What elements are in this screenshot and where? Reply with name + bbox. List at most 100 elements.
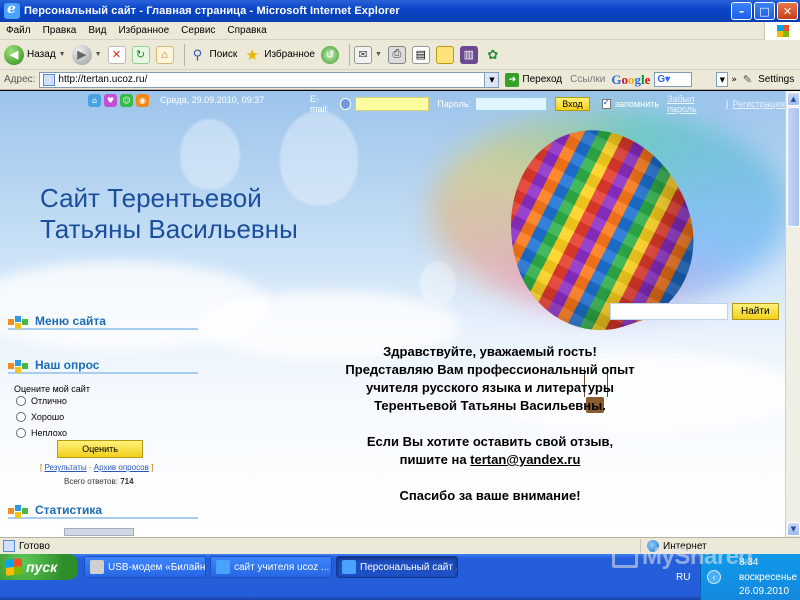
radio-button[interactable]: [16, 396, 26, 406]
poll-title: Наш опрос: [35, 358, 100, 372]
poll-option-label: Неплохо: [31, 428, 68, 438]
welcome-line-prefix: пишите на: [399, 452, 471, 467]
address-bar: Адрес: http://tertan.ucoz.ru/ ▼ ➜ Перехо…: [0, 70, 800, 90]
refresh-button[interactable]: ↻: [131, 45, 150, 64]
site-title: Сайт Терентьевой Татьяны Васильевны: [40, 183, 298, 245]
login-button[interactable]: Вход: [555, 97, 590, 111]
register-link[interactable]: Регистрация: [732, 99, 785, 109]
search-label: Поиск: [209, 49, 238, 60]
menu-view[interactable]: Вид: [82, 25, 112, 36]
print-button[interactable]: ⎙: [387, 45, 406, 64]
ie-icon: [4, 1, 20, 19]
menu-file[interactable]: Файл: [0, 25, 37, 36]
task-label: Персональный сайт ...: [360, 561, 458, 573]
research-button[interactable]: ▥: [459, 45, 478, 64]
forgot-password-link[interactable]: Забыл пароль: [667, 94, 722, 114]
printer-icon: ⎙: [387, 45, 406, 64]
home-icon: ⌂: [155, 45, 174, 64]
vertical-scrollbar[interactable]: ▲ ▼: [785, 91, 800, 537]
balloon-decoration: [180, 119, 240, 189]
site-title-line2: Татьяны Васильевны: [40, 214, 298, 244]
balloon-decoration: [420, 261, 456, 305]
results-link[interactable]: Результаты: [44, 463, 86, 472]
search-button[interactable]: ⚲ Поиск: [189, 46, 238, 64]
remember-checkbox[interactable]: [601, 97, 612, 109]
maximize-button[interactable]: □: [754, 2, 775, 20]
back-button[interactable]: ◀ Назад ▼: [4, 44, 66, 65]
google-logo: Google: [611, 71, 651, 87]
toolbar-separator: [348, 43, 350, 66]
star-icon: ★: [245, 46, 259, 64]
scroll-thumb[interactable]: [787, 107, 800, 227]
welcome-line: Если Вы хотите оставить свой отзыв,: [366, 434, 614, 449]
favorites-button[interactable]: ★ Избранное: [243, 46, 315, 64]
window-title: Персональный сайт - Главная страница - M…: [24, 5, 400, 17]
page-datetime: Среда, 29.09.2010, 09:37: [160, 95, 265, 105]
ie-icon: [342, 560, 356, 574]
poll-total-label: Всего ответов:: [64, 477, 118, 486]
settings-button[interactable]: Settings: [758, 74, 794, 85]
user-icon: [339, 98, 352, 110]
search-input[interactable]: [610, 303, 728, 320]
radio-button[interactable]: [16, 428, 26, 438]
discuss-button[interactable]: [435, 45, 454, 64]
poll-option[interactable]: Отлично: [16, 396, 67, 406]
home-icon[interactable]: ⌂: [88, 94, 101, 107]
poll-option[interactable]: Неплохо: [16, 428, 67, 438]
toolbar-separator: [183, 43, 185, 66]
edit-button[interactable]: ▤: [411, 45, 430, 64]
back-arrow-icon: ◀: [4, 44, 24, 65]
radio-button[interactable]: [16, 412, 26, 422]
taskbar-button-ucoz[interactable]: сайт учителя ucoz ...: [210, 556, 332, 578]
chevron-down-icon[interactable]: ▼: [716, 72, 729, 87]
window-controls: – □ ✕: [731, 2, 798, 20]
close-button[interactable]: ✕: [777, 2, 798, 20]
start-label: пуск: [26, 559, 58, 575]
menu-help[interactable]: Справка: [221, 25, 272, 36]
windows-logo-icon: [764, 22, 800, 40]
books-icon: ▥: [459, 45, 478, 64]
window-titlebar[interactable]: Персональный сайт - Главная страница - M…: [0, 0, 800, 22]
go-button[interactable]: Переход: [522, 74, 562, 85]
edit-icon: ▤: [411, 45, 430, 64]
taskbar-button-site[interactable]: Персональный сайт ...: [336, 556, 458, 578]
links-label[interactable]: Ссылки: [570, 74, 605, 85]
scroll-up-icon[interactable]: ▲: [787, 92, 800, 106]
smile-icon[interactable]: ☺: [120, 94, 133, 107]
google-search-input[interactable]: G▾: [654, 72, 693, 87]
archive-link[interactable]: Архив опросов: [94, 463, 149, 472]
remember-label: запомнить: [615, 99, 660, 109]
menu-edit[interactable]: Правка: [37, 25, 83, 36]
menu-tools[interactable]: Сервис: [175, 25, 221, 36]
poll-option[interactable]: Хорошо: [16, 412, 64, 422]
mail-button[interactable]: ✉ ▼: [353, 45, 382, 64]
stop-button[interactable]: ✕: [107, 45, 126, 64]
address-input[interactable]: http://tertan.ucoz.ru/ ▼: [39, 71, 500, 88]
vote-button[interactable]: Оценить: [57, 440, 143, 458]
back-label: Назад: [27, 49, 56, 60]
scroll-down-icon[interactable]: ▼: [787, 522, 800, 536]
status-text: Готово: [19, 540, 50, 552]
menu-favorites[interactable]: Избранное: [112, 25, 175, 36]
go-arrow-icon[interactable]: ➜: [505, 72, 520, 87]
search-submit-button[interactable]: Найти: [732, 303, 779, 320]
mail-icon: ✉: [353, 45, 372, 64]
taskbar-button-modem[interactable]: USB-модем «Билайн»: [84, 556, 206, 578]
minimize-button[interactable]: –: [731, 2, 752, 20]
toolbar: ◀ Назад ▼ ▶ ▼ ✕ ↻ ⌂ ⚲ Поиск ★ Избранное …: [0, 40, 800, 70]
home-button[interactable]: ⌂: [155, 45, 174, 64]
start-button[interactable]: пуск: [0, 554, 78, 580]
history-button[interactable]: ↺: [320, 45, 339, 64]
chevron-right-icon[interactable]: »: [731, 75, 737, 85]
menu-bar: Файл Правка Вид Избранное Сервис Справка: [0, 22, 800, 40]
email-field[interactable]: [355, 97, 430, 111]
messenger-button[interactable]: ✿: [484, 46, 502, 64]
rss-icon[interactable]: ◉: [136, 94, 149, 107]
ie-icon: [216, 560, 230, 574]
chevron-down-icon[interactable]: ▼: [484, 72, 499, 87]
password-field[interactable]: [475, 97, 548, 111]
contact-email-link[interactable]: tertan@yandex.ru: [470, 452, 580, 467]
heart-icon[interactable]: ♥: [104, 94, 117, 107]
forward-button[interactable]: ▶ ▼: [71, 44, 102, 65]
squares-icon: [8, 316, 30, 329]
